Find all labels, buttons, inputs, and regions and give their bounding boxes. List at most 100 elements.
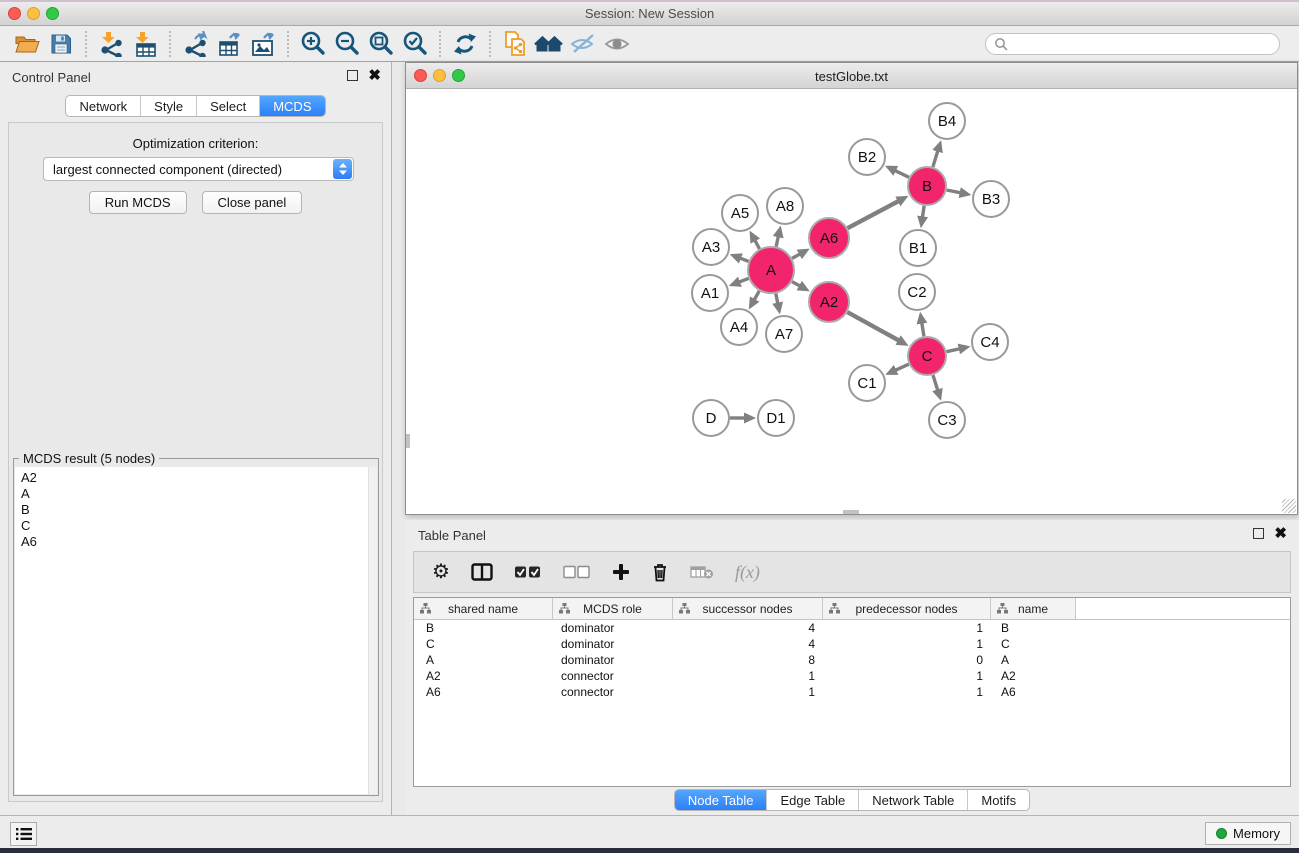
graph-edge-A2-C[interactable] [847,312,899,340]
horizontal-scrollbar-nub[interactable] [843,510,859,514]
graph-edge-A-A2[interactable] [792,282,800,286]
graph-edge-C-C4[interactable] [947,349,960,352]
mcds-result-list[interactable]: A2ABCA6 [15,467,377,794]
graph-edge-A-A8[interactable] [776,236,778,246]
table-row[interactable]: Adominator80A [414,652,1290,668]
tab-network-table[interactable]: Network Table [859,790,968,810]
table-row[interactable]: A2connector11A2 [414,668,1290,684]
save-session-icon[interactable] [44,29,78,59]
delete-table-icon[interactable] [690,564,714,580]
tab-style[interactable]: Style [141,96,197,116]
mcds-result-item[interactable]: B [21,502,377,518]
column-type-icon [679,603,690,617]
table-cell: A6 [414,685,553,699]
column-header-shared-name[interactable]: shared name [414,598,553,619]
column-header-name[interactable]: name [991,598,1076,619]
mcds-result-item[interactable]: C [21,518,377,534]
column-header-predecessor-nodes[interactable]: predecessor nodes [823,598,991,619]
mcds-result-item[interactable]: A [21,486,377,502]
table-cell: 1 [673,685,823,699]
close-panel-button[interactable]: Close panel [202,191,303,214]
delete-column-icon[interactable] [651,562,669,582]
graph-edge-A-A3[interactable] [740,258,749,261]
graph-edge-C-C3[interactable] [933,375,938,390]
table-toolbar: ⚙ [413,551,1291,593]
column-type-icon [997,603,1008,617]
graph-node-label-A4: A4 [730,319,748,336]
zoom-selected-icon[interactable] [398,29,432,59]
toggle-visibility-icon[interactable] [566,29,600,59]
graph-edge-B-B3[interactable] [947,190,961,193]
mcds-result-item[interactable]: A2 [21,470,377,486]
search-input[interactable] [1008,37,1271,51]
table-row[interactable]: A6connector11A6 [414,684,1290,700]
home-icon[interactable] [532,29,566,59]
graph-edge-C-C2[interactable] [922,323,924,337]
open-session-icon[interactable] [10,29,44,59]
graph-edge-B-B2[interactable] [895,170,909,177]
column-header-MCDS-role[interactable]: MCDS role [553,598,673,619]
run-mcds-button[interactable]: Run MCDS [89,191,187,214]
network-graph[interactable]: B4B2BB3A5A8A6A3B1AA1C2A2A4A7C4CC1C3DD1 [406,89,1297,514]
add-column-icon[interactable] [612,563,630,581]
tab-select[interactable]: Select [197,96,260,116]
zoom-out-icon[interactable] [330,29,364,59]
graph-edge-A-A5[interactable] [755,240,760,249]
vertical-scrollbar-nub[interactable] [406,434,410,448]
zoom-in-icon[interactable] [296,29,330,59]
column-header-successor-nodes[interactable]: successor nodes [673,598,823,619]
search-field[interactable] [985,33,1280,55]
tab-network[interactable]: Network [66,96,141,116]
graph-edge-A-A4[interactable] [754,291,759,300]
split-view-icon[interactable] [471,563,493,581]
float-table-panel-icon[interactable] [1253,528,1264,539]
resize-grip[interactable] [1282,499,1296,513]
table-row[interactable]: Bdominator41B [414,620,1290,636]
export-network-icon[interactable] [178,29,212,59]
close-panel-icon[interactable]: ✖ [368,70,381,81]
graph-edge-B-B1[interactable] [922,206,924,218]
table-row[interactable]: Cdominator41C [414,636,1290,652]
preview-eye-icon[interactable] [600,29,634,59]
mcds-result-item[interactable]: A6 [21,534,377,550]
graph-node-label-A7: A7 [775,326,793,343]
network-window-title-bar[interactable]: testGlobe.txt [406,63,1297,89]
graph-edge-A6-B[interactable] [848,201,899,228]
graph-node-label-C3: C3 [937,412,956,429]
node-table-body: Bdominator41BCdominator41CAdominator80AA… [414,620,1290,700]
graph-edge-A-A1[interactable] [739,278,749,282]
tab-node-table[interactable]: Node Table [675,790,768,810]
table-cell: C [414,637,553,651]
tab-motifs[interactable]: Motifs [968,790,1029,810]
import-table-icon[interactable] [128,29,162,59]
graph-node-label-A1: A1 [701,285,719,302]
tab-mcds[interactable]: MCDS [260,96,324,116]
column-type-icon [829,603,840,617]
graph-edge-C-C1[interactable] [895,364,908,370]
refresh-icon[interactable] [448,29,482,59]
graph-edge-B-B4[interactable] [933,151,938,167]
export-image-icon[interactable] [246,29,280,59]
zoom-fit-icon[interactable] [364,29,398,59]
select-all-columns-icon[interactable] [514,565,542,579]
result-scrollbar[interactable] [368,467,377,794]
float-panel-icon[interactable] [347,70,358,81]
network-canvas[interactable]: B4B2BB3A5A8A6A3B1AA1C2A2A4A7C4CC1C3DD1 [406,89,1297,514]
graph-node-label-A5: A5 [731,205,749,222]
tab-edge-table[interactable]: Edge Table [767,790,859,810]
deselect-all-columns-icon[interactable] [563,565,591,579]
graph-edge-A-A6[interactable] [792,254,800,258]
table-settings-icon[interactable]: ⚙ [432,562,450,582]
close-table-panel-icon[interactable]: ✖ [1274,528,1287,539]
graph-node-label-B1: B1 [909,240,927,257]
memory-button[interactable]: Memory [1205,822,1291,845]
table-cell: A [991,653,1076,667]
criterion-dropdown[interactable]: largest connected component (directed) [43,157,354,181]
import-network-icon[interactable] [94,29,128,59]
memory-status-icon [1216,828,1227,839]
task-history-button[interactable] [10,822,37,846]
graph-edge-A-A7[interactable] [776,294,778,304]
duplicate-network-icon[interactable] [498,29,532,59]
function-builder-icon[interactable]: f(x) [735,562,760,583]
export-table-icon[interactable] [212,29,246,59]
